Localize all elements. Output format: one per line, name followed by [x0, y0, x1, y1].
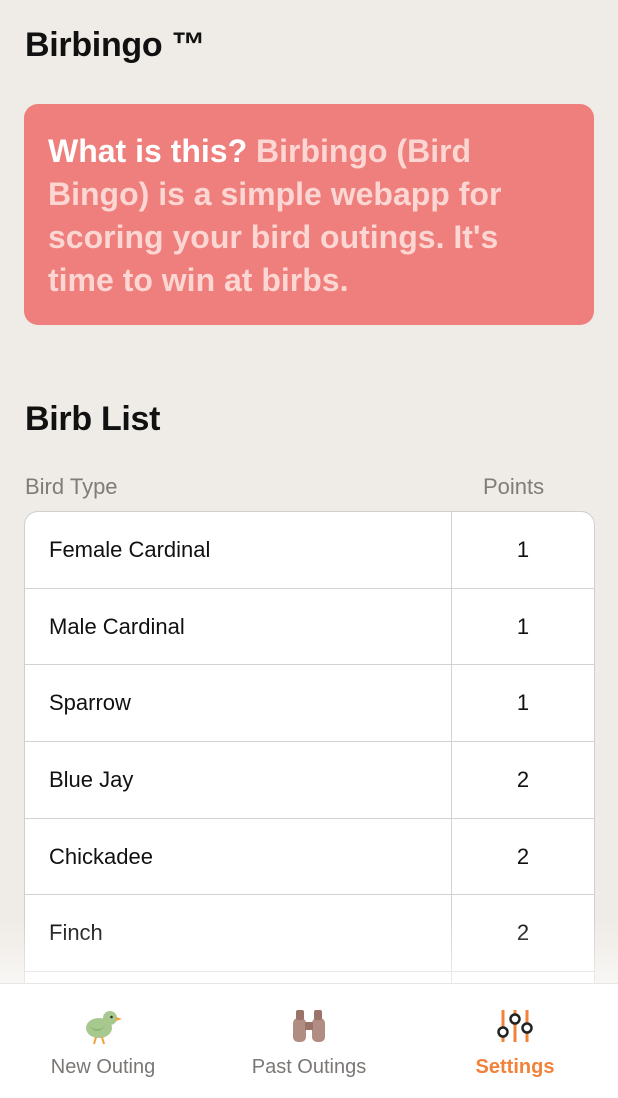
- bird-name-cell: Blue Jay: [25, 742, 452, 818]
- app-screen: Birbingo ™ What is this? Birbingo (Bird …: [0, 0, 618, 1098]
- info-card-question: What is this?: [48, 133, 248, 169]
- points-cell: 1: [516, 536, 530, 562]
- bird-name-cell: Female Cardinal: [25, 512, 452, 588]
- nav-label-new-outing: New Outing: [50, 1056, 156, 1078]
- nav-item-new-outing[interactable]: New Outing: [0, 984, 206, 1098]
- app-title: Birbingo ™: [25, 26, 206, 64]
- binoculars-icon: [293, 1010, 325, 1042]
- table-row[interactable]: Chickadee 2: [25, 818, 594, 896]
- bird-name-cell: Chickadee: [25, 818, 452, 895]
- sliders-icon: [497, 1010, 533, 1042]
- points-cell: 2: [516, 920, 530, 946]
- table-row[interactable]: Female Cardinal 1: [25, 512, 594, 589]
- points-cell: 1: [516, 690, 530, 716]
- points-cell: 1: [516, 613, 530, 639]
- nav-item-past-outings[interactable]: Past Outings: [206, 984, 412, 1098]
- bird-icon: [86, 1011, 122, 1045]
- table-row[interactable]: Male Cardinal 1: [25, 588, 594, 666]
- bird-name-cell: Male Cardinal: [25, 588, 452, 665]
- nav-label-past-outings: Past Outings: [251, 1056, 367, 1078]
- nav-label-settings: Settings: [475, 1056, 555, 1078]
- bird-name-cell: Finch: [25, 895, 452, 972]
- points-cell: 2: [516, 843, 530, 869]
- birb-table: Female Cardinal 1 Male Cardinal 1 Sparro…: [24, 511, 595, 1031]
- info-card: What is this? Birbingo (Bird Bingo) is a…: [24, 104, 594, 325]
- points-cell: 2: [516, 766, 530, 792]
- column-header-bird-type: Bird Type: [25, 474, 118, 499]
- nav-item-settings[interactable]: Settings: [412, 984, 618, 1098]
- column-header-points: Points: [483, 474, 545, 499]
- bottom-nav: New Outing Past Outings Settings: [0, 983, 618, 1098]
- table-row[interactable]: Finch 2: [25, 895, 594, 973]
- table-row[interactable]: Blue Jay 2: [25, 742, 594, 819]
- bird-name-cell: Sparrow: [25, 665, 452, 742]
- table-row[interactable]: Sparrow 1: [25, 665, 594, 743]
- birb-list-title: Birb List: [25, 400, 161, 438]
